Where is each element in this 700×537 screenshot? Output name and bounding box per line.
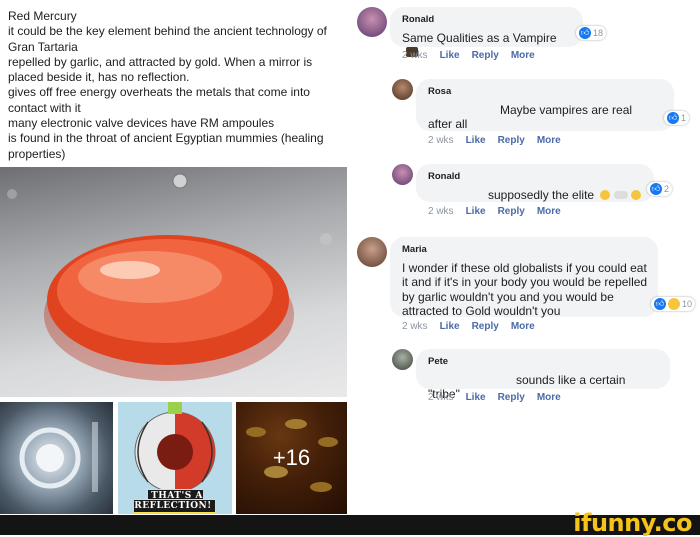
- photo-thumb-1[interactable]: [0, 402, 113, 514]
- like-link[interactable]: Like: [466, 206, 486, 217]
- comment-actions: 2 wks Like Reply More: [402, 321, 547, 332]
- like-icon: 👍︎: [654, 298, 666, 310]
- avatar[interactable]: [357, 237, 387, 267]
- avatar[interactable]: [357, 7, 387, 37]
- post-line: it could be the key element behind the a…: [8, 24, 327, 54]
- commenter-name[interactable]: Pete: [428, 355, 658, 370]
- reply-link[interactable]: Reply: [472, 50, 499, 61]
- haha-icon: [668, 298, 680, 310]
- more-link[interactable]: More: [511, 50, 535, 61]
- post-body: Red Mercury it could be the key element …: [8, 9, 338, 162]
- photo-thumb-2[interactable]: THAT'S A REFLECTION!: [118, 402, 232, 514]
- comment-text: Maybe vampires are real after all: [428, 102, 633, 132]
- red-droplet-image: [7, 173, 332, 381]
- like-link[interactable]: Like: [440, 321, 460, 332]
- like-link[interactable]: Like: [440, 50, 460, 61]
- like-icon: 👍︎: [667, 112, 679, 124]
- commenter-name[interactable]: Maria: [402, 243, 646, 258]
- thinking-emoji-icon: [600, 189, 611, 200]
- reply-link[interactable]: Reply: [498, 392, 525, 403]
- more-photos-count[interactable]: +16: [236, 402, 347, 514]
- comment-bubble: Pete sounds like a certain "tribe": [416, 349, 670, 401]
- avatar[interactable]: [392, 349, 413, 370]
- commenter-name[interactable]: Rosa: [428, 85, 662, 100]
- photo-thumb-3[interactable]: +16: [236, 402, 347, 514]
- comment-bubble: Ronald Same Qualities as a Vampire: [390, 7, 583, 57]
- reaction-badge[interactable]: 👍︎ 10: [651, 297, 696, 311]
- avatar[interactable]: [392, 79, 413, 100]
- post-line: repelled by garlic, and attracted by gol…: [8, 54, 313, 85]
- comment-time[interactable]: 2 wks: [402, 321, 428, 332]
- reply-link[interactable]: Reply: [472, 321, 499, 332]
- comment-bubble: Rosa Maybe vampires are real after all: [416, 79, 674, 131]
- comment-text: Same Qualities as a Vampire: [402, 30, 557, 45]
- comment-actions: 2 wks Like Reply More: [402, 50, 547, 61]
- eyes-emoji-icon: [613, 190, 628, 199]
- comment-text: I wonder if these old globalists if you …: [402, 260, 648, 319]
- like-icon: 👍︎: [579, 27, 591, 39]
- flushed-emoji-icon: [631, 189, 642, 200]
- reaction-badge[interactable]: 👍︎ 1: [664, 111, 690, 125]
- more-link[interactable]: More: [537, 135, 561, 146]
- reaction-badge[interactable]: 👍︎ 2: [647, 182, 673, 196]
- post-line: is found in the throat of ancient Egypti…: [8, 131, 324, 161]
- comment-bubble: Maria I wonder if these old globalists i…: [390, 237, 658, 319]
- reply-link[interactable]: Reply: [498, 135, 525, 146]
- comment-time[interactable]: 2 wks: [428, 135, 454, 146]
- ifunny-watermark: ifunny.co: [573, 509, 692, 537]
- post-line: many electronic valve devices have RM am…: [8, 116, 275, 131]
- comment-text: supposedly the elite: [488, 187, 595, 202]
- comment-time[interactable]: 2 wks: [402, 50, 428, 61]
- comment-time[interactable]: 2 wks: [428, 206, 454, 217]
- glass-image: [19, 422, 98, 492]
- avatar[interactable]: [392, 164, 413, 185]
- reply-link[interactable]: Reply: [498, 206, 525, 217]
- comment-actions: 2 wks Like Reply More: [428, 135, 573, 146]
- reaction-badge[interactable]: 👍︎ 18: [576, 26, 607, 40]
- red-mercury-photo[interactable]: [0, 167, 347, 397]
- comment-actions: 2 wks Like Reply More: [428, 392, 573, 403]
- commenter-name[interactable]: Ronald: [428, 170, 642, 185]
- more-link[interactable]: More: [537, 206, 561, 217]
- comment-time[interactable]: 2 wks: [428, 392, 454, 403]
- more-link[interactable]: More: [511, 321, 535, 332]
- post-line: Red Mercury: [8, 9, 77, 23]
- like-link[interactable]: Like: [466, 392, 486, 403]
- comment-actions: 2 wks Like Reply More: [428, 206, 573, 217]
- post-line: gives off free energy overheats the meta…: [8, 85, 310, 115]
- comment-bubble: Ronald supposedly the elite: [416, 164, 654, 202]
- reflection-caption: THAT'S A REFLECTION!: [118, 489, 232, 513]
- commenter-name[interactable]: Ronald: [402, 13, 571, 28]
- more-link[interactable]: More: [537, 392, 561, 403]
- like-icon: 👍︎: [650, 183, 662, 195]
- like-link[interactable]: Like: [466, 135, 486, 146]
